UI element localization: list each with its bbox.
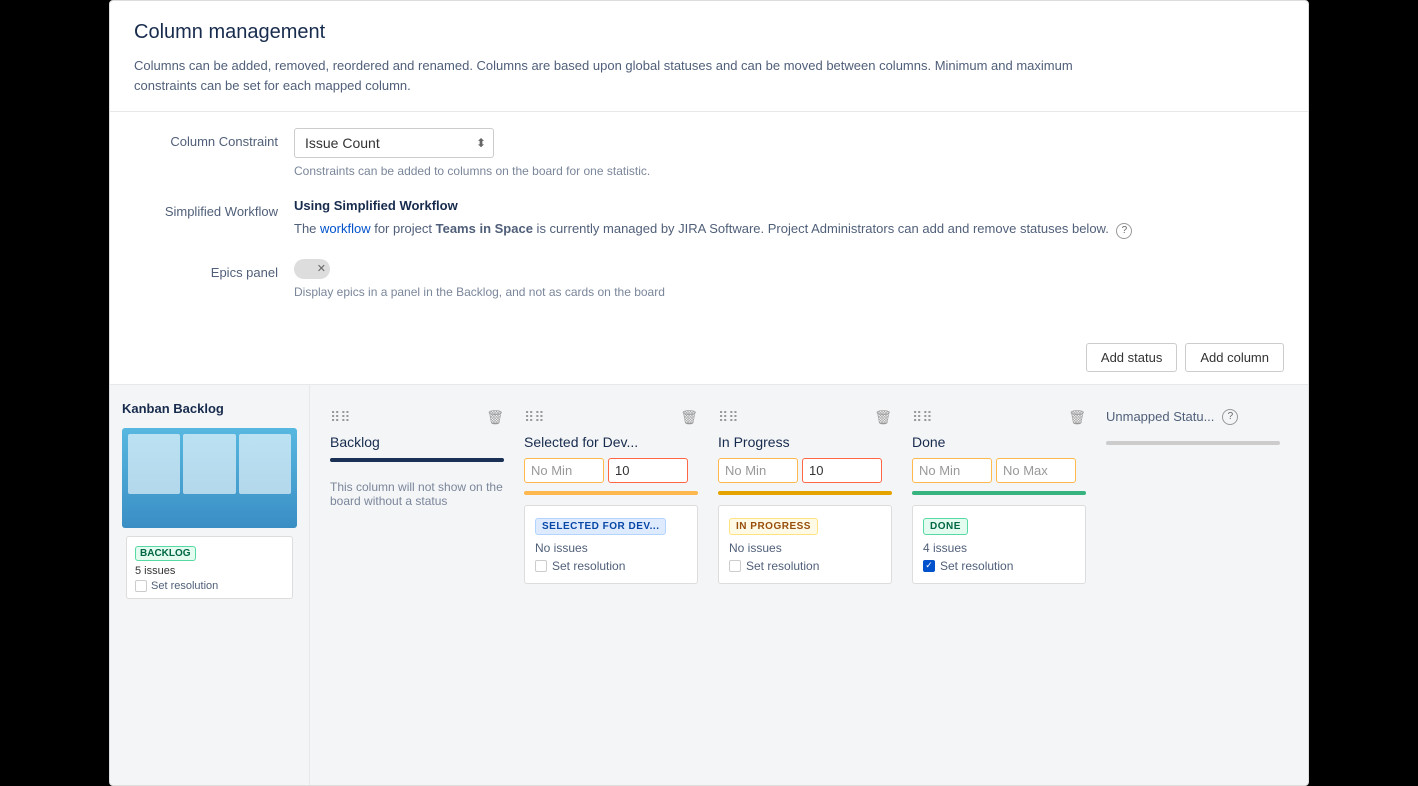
delete-inprogress-icon[interactable]: 🗑 <box>874 409 892 426</box>
constraint-select[interactable]: Issue Count Story Points None <box>294 128 494 158</box>
column-done-bar <box>912 491 1086 495</box>
add-status-button[interactable]: Add status <box>1086 343 1177 372</box>
unmapped-title: Unmapped Statu... ? <box>1106 409 1238 425</box>
delete-done-icon[interactable]: 🗑 <box>1068 409 1086 426</box>
backlog-issues: 5 issues <box>135 565 284 577</box>
epics-hint: Display epics in a panel in the Backlog,… <box>294 285 1284 299</box>
selected-status-badge: SELECTED FOR DEV... <box>535 518 666 535</box>
column-backlog: ⠿⠿ 🗑 Backlog This column will not show o… <box>322 401 512 516</box>
backlog-checkbox-icon[interactable] <box>135 580 147 592</box>
unmapped-title-text: Unmapped Statu... <box>1106 409 1214 424</box>
kanban-sidebar: Kanban Backlog BACKLOG 5 issues Set reso… <box>110 385 310 785</box>
simplified-workflow-label: Simplified Workflow <box>134 198 294 219</box>
inprogress-status-issues: No issues <box>729 541 881 555</box>
unmapped-header: Unmapped Statu... ? <box>1106 409 1280 425</box>
selected-resolution: Set resolution <box>535 559 687 573</box>
epics-toggle-container: ✕ <box>294 259 1284 279</box>
column-done-header: ⠿⠿ 🗑 <box>912 409 1086 426</box>
header-section: Column management Columns can be added, … <box>110 1 1308 112</box>
backlog-badge: BACKLOG <box>135 546 196 561</box>
inprogress-min-max <box>718 458 892 483</box>
workflow-link[interactable]: workflow <box>320 221 371 236</box>
delete-selected-icon[interactable]: 🗑 <box>680 409 698 426</box>
inprogress-resolution: Set resolution <box>729 559 881 573</box>
page-title: Column management <box>134 21 1284 44</box>
column-backlog-bar <box>330 458 504 462</box>
unmapped-bar <box>1106 441 1280 445</box>
done-resolution-label: Set resolution <box>940 559 1013 573</box>
unmapped-column: Unmapped Statu... ? <box>1098 401 1288 463</box>
epics-panel-row: Epics panel ✕ Display epics in a panel i… <box>134 259 1284 299</box>
columns-list: ⠿⠿ 🗑 Backlog This column will not show o… <box>310 385 1308 785</box>
settings-section: Column Constraint Issue Count Story Poin… <box>110 112 1308 335</box>
column-constraint-row: Column Constraint Issue Count Story Poin… <box>134 128 1284 178</box>
done-status-issues: 4 issues <box>923 541 1075 555</box>
column-done: ⠿⠿ 🗑 Done DONE 4 issues ✓ Set resolution <box>904 401 1094 592</box>
selected-max-input[interactable] <box>608 458 688 483</box>
drag-handle-inprogress[interactable]: ⠿⠿ <box>718 409 739 426</box>
column-selected-bar <box>524 491 698 495</box>
backlog-resolution: Set resolution <box>135 580 284 592</box>
toggle-off-icon: ✕ <box>317 262 326 275</box>
columns-area: Kanban Backlog BACKLOG 5 issues Set reso… <box>110 385 1308 785</box>
backlog-resolution-label: Set resolution <box>151 580 218 592</box>
selected-resolution-label: Set resolution <box>552 559 625 573</box>
done-status-card: DONE 4 issues ✓ Set resolution <box>912 505 1086 584</box>
epics-panel-label: Epics panel <box>134 259 294 280</box>
selected-min-max <box>524 458 698 483</box>
workflow-help-icon[interactable]: ? <box>1116 223 1132 239</box>
inprogress-status-badge: IN PROGRESS <box>729 518 818 535</box>
add-column-button[interactable]: Add column <box>1185 343 1284 372</box>
done-min-input[interactable] <box>912 458 992 483</box>
column-selected-name: Selected for Dev... <box>524 434 698 450</box>
drag-handle-backlog[interactable]: ⠿⠿ <box>330 409 351 426</box>
column-inprogress-name: In Progress <box>718 434 892 450</box>
simplified-workflow-row: Simplified Workflow Using Simplified Wor… <box>134 198 1284 239</box>
workflow-description: The workflow for project Teams in Space … <box>294 219 1284 239</box>
column-in-progress: ⠿⠿ 🗑 In Progress IN PROGRESS No issues S… <box>710 401 900 592</box>
selected-checkbox[interactable] <box>535 560 547 572</box>
page-description: Columns can be added, removed, reordered… <box>134 56 1094 95</box>
inprogress-max-input[interactable] <box>802 458 882 483</box>
done-max-input[interactable] <box>996 458 1076 483</box>
epics-panel-content: ✕ Display epics in a panel in the Backlo… <box>294 259 1284 299</box>
column-constraint-content: Issue Count Story Points None ⬍ Constrai… <box>294 128 1284 178</box>
inprogress-checkbox[interactable] <box>729 560 741 572</box>
selected-status-card: SELECTED FOR DEV... No issues Set resolu… <box>524 505 698 584</box>
done-checkbox[interactable]: ✓ <box>923 560 935 572</box>
workflow-title: Using Simplified Workflow <box>294 198 1284 213</box>
column-selected-header: ⠿⠿ 🗑 <box>524 409 698 426</box>
column-inprogress-bar <box>718 491 892 495</box>
delete-backlog-icon[interactable]: 🗑 <box>486 409 504 426</box>
column-constraint-label: Column Constraint <box>134 128 294 149</box>
done-resolution: ✓ Set resolution <box>923 559 1075 573</box>
drag-handle-selected[interactable]: ⠿⠿ <box>524 409 545 426</box>
column-backlog-name: Backlog <box>330 434 504 450</box>
inprogress-status-card: IN PROGRESS No issues Set resolution <box>718 505 892 584</box>
constraint-hint: Constraints can be added to columns on t… <box>294 164 1284 178</box>
drag-handle-done[interactable]: ⠿⠿ <box>912 409 933 426</box>
selected-status-issues: No issues <box>535 541 687 555</box>
column-selected-for-dev: ⠿⠿ 🗑 Selected for Dev... SELECTED FOR DE… <box>516 401 706 592</box>
epics-toggle[interactable]: ✕ <box>294 259 330 279</box>
backlog-card: BACKLOG 5 issues Set resolution <box>126 536 293 599</box>
kanban-preview-image <box>122 428 297 528</box>
backlog-no-status: This column will not show on the board w… <box>330 472 504 516</box>
done-min-max <box>912 458 1086 483</box>
kanban-sidebar-title: Kanban Backlog <box>122 401 297 416</box>
inprogress-resolution-label: Set resolution <box>746 559 819 573</box>
simplified-workflow-content: Using Simplified Workflow The workflow f… <box>294 198 1284 239</box>
column-backlog-header: ⠿⠿ 🗑 <box>330 409 504 426</box>
unmapped-help-icon[interactable]: ? <box>1222 409 1238 425</box>
done-status-badge: DONE <box>923 518 968 535</box>
constraint-select-wrapper[interactable]: Issue Count Story Points None ⬍ <box>294 128 494 158</box>
inprogress-min-input[interactable] <box>718 458 798 483</box>
selected-min-input[interactable] <box>524 458 604 483</box>
column-done-name: Done <box>912 434 1086 450</box>
column-inprogress-header: ⠿⠿ 🗑 <box>718 409 892 426</box>
actions-bar: Add status Add column <box>110 335 1308 385</box>
